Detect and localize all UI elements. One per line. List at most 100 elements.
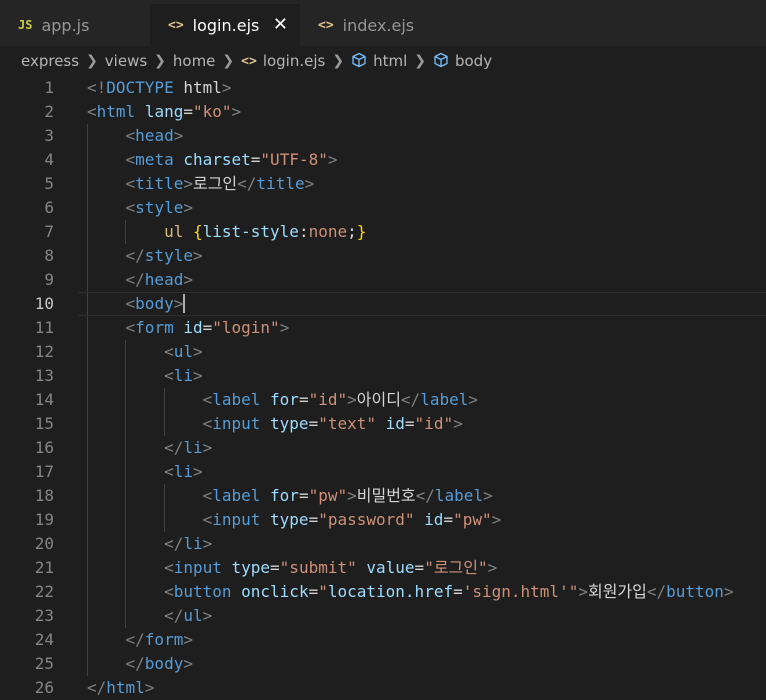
line-code: <input type="submit" value="로그인"> <box>87 556 497 580</box>
code-token: = <box>453 582 463 601</box>
code-line[interactable]: 22 <button onclick="location.href='sign.… <box>0 580 766 604</box>
code-token: </ <box>164 534 184 553</box>
line-number: 2 <box>44 102 54 121</box>
code-line[interactable]: 15 <input type="text" id="id"> <box>0 412 766 436</box>
code-line[interactable]: 13 <li> <box>0 364 766 388</box>
code-token: </ <box>87 678 107 697</box>
code-line[interactable]: 9 </head> <box>0 268 766 292</box>
tab-index-ejs[interactable]: <> index.ejs <box>300 4 450 46</box>
code-token: > <box>483 486 493 505</box>
line-number: 25 <box>34 654 54 673</box>
code-token: < <box>202 390 213 409</box>
code-line[interactable]: 11 <form id="login"> <box>0 316 766 340</box>
code-token: value <box>366 558 415 577</box>
line-code: ul {list-style:none;} <box>87 220 366 244</box>
line-number: 10 <box>34 294 54 313</box>
code-token: "text" <box>318 414 376 433</box>
code-line[interactable]: 16 </li> <box>0 436 766 460</box>
code-token: </ <box>125 654 145 673</box>
code-file-icon: <> <box>241 53 257 69</box>
code-token: meta <box>135 150 184 169</box>
code-line[interactable]: 21 <input type="submit" value="로그인"> <box>0 556 766 580</box>
line-number: 20 <box>34 534 54 553</box>
code-token: > <box>487 558 498 577</box>
breadcrumb-item-home[interactable]: home <box>173 52 216 70</box>
code-token: > <box>173 126 184 145</box>
tab-login-ejs[interactable]: <> login.ejs ✕ <box>150 4 300 46</box>
code-line[interactable]: 8 </style> <box>0 244 766 268</box>
code-token: = <box>308 582 319 601</box>
code-line[interactable]: 2 <html lang="ko"> <box>0 100 766 124</box>
code-token: "id" <box>308 390 348 409</box>
code-token: id <box>183 318 203 337</box>
line-number: 19 <box>34 510 54 529</box>
chevron-right-icon: ❯ <box>154 53 166 69</box>
code-token: title <box>256 174 305 193</box>
code-token: > <box>491 510 502 529</box>
code-token: "login" <box>212 318 280 337</box>
code-line[interactable]: 18 <label for="pw">비밀번호</label> <box>0 484 766 508</box>
code-token: < <box>125 174 136 193</box>
code-token: < <box>164 342 174 361</box>
code-line[interactable]: 12 <ul> <box>0 340 766 364</box>
code-line[interactable]: 20 </li> <box>0 532 766 556</box>
code-line[interactable]: 5 <title>로그인</title> <box>0 172 766 196</box>
code-token: "로그인" <box>424 558 488 577</box>
line-code: <!DOCTYPE html> <box>87 76 232 100</box>
code-line[interactable]: 6 <style> <box>0 196 766 220</box>
code-line[interactable]: 25 </body> <box>0 652 766 676</box>
breadcrumb-item-body[interactable]: body <box>455 52 492 70</box>
code-file-icon: <> <box>318 17 334 33</box>
breadcrumb-item-html[interactable]: html <box>373 52 407 70</box>
code-line[interactable]: 23 </ul> <box>0 604 766 628</box>
tab-app-js[interactable]: JS app.js <box>0 4 150 46</box>
code-token: > <box>304 174 315 193</box>
code-token: "password" <box>318 510 415 529</box>
code-token: > <box>173 294 184 313</box>
code-editor[interactable]: 1 <!DOCTYPE html> 2 <html lang="ko"> 3 <head… <box>0 76 766 699</box>
code-line[interactable]: 1 <!DOCTYPE html> <box>0 76 766 100</box>
code-token: type <box>270 414 309 433</box>
code-token: = <box>404 414 415 433</box>
code-token: li <box>183 438 203 457</box>
line-code: <html lang="ko"> <box>87 100 241 124</box>
line-number: 11 <box>34 318 54 337</box>
code-token: = <box>250 150 261 169</box>
code-token: <! <box>87 78 107 97</box>
breadcrumb-item-login-ejs[interactable]: login.ejs <box>263 52 326 70</box>
code-line[interactable]: 19 <input type="password" id="pw"> <box>0 508 766 532</box>
code-token: input <box>212 510 271 529</box>
code-line[interactable]: 24 </form> <box>0 628 766 652</box>
close-tab-icon[interactable]: ✕ <box>273 14 288 35</box>
line-code: <style> <box>87 196 193 220</box>
element-cube-icon <box>351 52 367 70</box>
line-code: </li> <box>87 532 212 556</box>
line-number: 1 <box>44 78 54 97</box>
code-line[interactable]: 7 ul {list-style:none;} <box>0 220 766 244</box>
line-code: </body> <box>87 652 193 676</box>
code-token: "UTF-8" <box>260 150 328 169</box>
code-line[interactable]: 4 <meta charset="UTF-8"> <box>0 148 766 172</box>
code-line[interactable]: 14 <label for="id">아이디</label> <box>0 388 766 412</box>
line-number: 14 <box>34 390 54 409</box>
breadcrumb-item-views[interactable]: views <box>105 52 147 70</box>
code-token: ; <box>347 222 357 241</box>
code-line[interactable]: 3 <head> <box>0 124 766 148</box>
code-line[interactable]: 17 <li> <box>0 460 766 484</box>
code-token: "pw" <box>453 510 492 529</box>
code-line[interactable]: 10 <body> <box>0 292 766 316</box>
code-token: > <box>202 534 213 553</box>
code-token: </ <box>164 438 184 457</box>
code-token: " <box>318 582 328 601</box>
code-token: 'sign.html' <box>462 582 569 601</box>
code-token: </ <box>125 630 145 649</box>
code-line[interactable]: 26 </html> <box>0 676 766 700</box>
line-code: <head> <box>87 124 184 148</box>
chevron-right-icon: ❯ <box>86 53 98 69</box>
breadcrumb-item-express[interactable]: express <box>21 52 79 70</box>
line-code: <label for="pw">비밀번호</label> <box>87 484 493 508</box>
